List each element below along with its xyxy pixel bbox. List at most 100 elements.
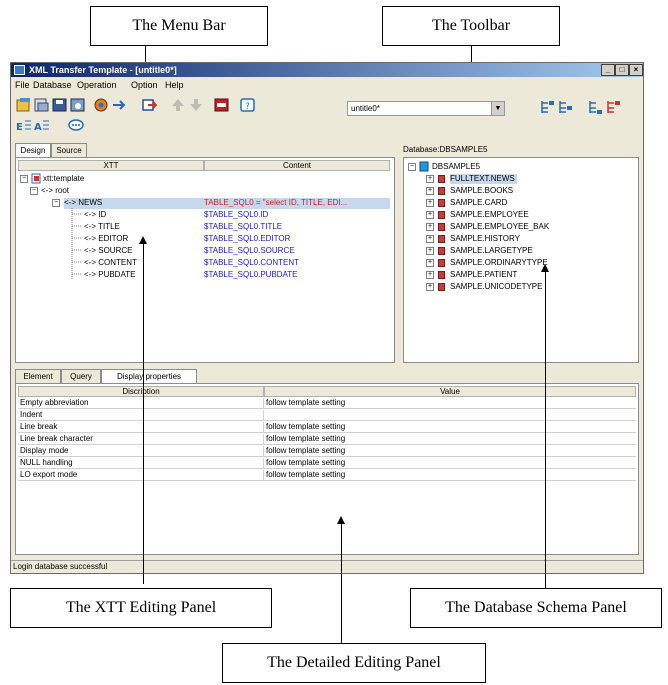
open-icon[interactable]	[33, 97, 51, 113]
property-value[interactable]: follow template setting	[264, 422, 636, 433]
expand-table-toggle[interactable]: +	[426, 259, 434, 267]
tree-node-news[interactable]: <-> NEWS TABLE_SQL0 = "select ID, TITLE,…	[64, 198, 390, 209]
tree-node-root[interactable]: <-> root	[41, 186, 69, 196]
tree-color-icon[interactable]	[605, 99, 623, 115]
tree-node-pubdate[interactable]: <-> PUBDATE	[84, 270, 135, 280]
window-title: XML Transfer Template - [untitle0*]	[29, 65, 177, 75]
expand-root-toggle[interactable]: −	[30, 187, 38, 195]
tree-node-template[interactable]: xtt:template	[43, 174, 84, 184]
xtt-column-header[interactable]: XTT	[18, 160, 204, 171]
property-value[interactable]: follow template setting	[264, 398, 636, 409]
property-value[interactable]: follow template setting	[264, 458, 636, 469]
db-table-item[interactable]: SAMPLE.HISTORY	[450, 234, 520, 244]
menu-database[interactable]: Database	[33, 79, 72, 91]
tab-query[interactable]: Query	[61, 369, 101, 383]
expand-table-toggle[interactable]: +	[426, 187, 434, 195]
export-icon[interactable]	[141, 97, 159, 113]
tab-element[interactable]: Element	[15, 369, 61, 383]
content-id[interactable]: $TABLE_SQL0.ID	[204, 210, 268, 220]
save-as-icon[interactable]	[69, 97, 87, 113]
tab-display-properties[interactable]: Display properties	[101, 369, 197, 383]
tab-source[interactable]: Source	[51, 143, 87, 157]
save-icon[interactable]	[51, 97, 69, 113]
help-icon[interactable]: ?	[239, 97, 257, 113]
move-down-icon[interactable]	[187, 97, 205, 113]
db-table-item[interactable]: SAMPLE.BOOKS	[450, 186, 513, 196]
db-table-item[interactable]: SAMPLE.CARD	[450, 198, 507, 208]
table-icon	[438, 271, 445, 279]
menu-bar: File Database Operation Option Help	[11, 78, 643, 92]
expand-table-toggle[interactable]: +	[426, 175, 434, 183]
property-name: Line break	[18, 422, 264, 433]
property-name: Display mode	[18, 446, 264, 457]
db-root-node[interactable]: DBSAMPLE5	[432, 162, 480, 172]
comment-icon[interactable]	[67, 118, 85, 134]
callout-toolbar: The Toolbar	[382, 6, 560, 46]
expand-table-toggle[interactable]: +	[426, 199, 434, 207]
tab-design[interactable]: Design	[15, 143, 51, 157]
maximize-button[interactable]: □	[615, 64, 629, 76]
menu-operation[interactable]: Operation	[77, 79, 117, 91]
expand-table-toggle[interactable]: +	[426, 271, 434, 279]
db-table-item[interactable]: FULLTEXT.NEWS	[450, 174, 517, 184]
content-editor[interactable]: $TABLE_SQL0.EDITOR	[204, 234, 290, 244]
tree-node-source[interactable]: <-> SOURCE	[84, 246, 132, 256]
property-name: Line break character	[18, 434, 264, 445]
callout-detailed-panel: The Detailed Editing Panel	[222, 643, 486, 683]
arrowhead-db-panel	[541, 264, 549, 272]
description-column-header[interactable]: Discription	[18, 386, 264, 397]
menu-help[interactable]: Help	[165, 79, 184, 91]
minimize-button[interactable]: _	[601, 64, 615, 76]
value-column-header[interactable]: Value	[264, 386, 636, 397]
connect-database-icon[interactable]	[93, 97, 111, 113]
content-content[interactable]: $TABLE_SQL0.CONTENT	[204, 258, 299, 268]
expand-table-toggle[interactable]: +	[426, 211, 434, 219]
db-table-item[interactable]: SAMPLE.EMPLOYEE	[450, 210, 529, 220]
db-table-item[interactable]: SAMPLE.EMPLOYEE_BAK	[450, 222, 549, 232]
menu-option[interactable]: Option	[131, 79, 158, 91]
collapse-tree-icon[interactable]	[557, 99, 575, 115]
property-value[interactable]: follow template setting	[264, 446, 636, 457]
content-column-header[interactable]: Content	[204, 160, 390, 171]
content-title[interactable]: $TABLE_SQL0.TITLE	[204, 222, 282, 232]
template-combo[interactable]: untitle0* ▼	[347, 101, 505, 116]
expand-table-toggle[interactable]: +	[426, 223, 434, 231]
tree-node-title[interactable]: <-> TITLE	[84, 222, 120, 232]
expand-tree-icon[interactable]	[539, 99, 557, 115]
move-up-icon[interactable]	[169, 97, 187, 113]
expand-template-toggle[interactable]: −	[20, 175, 28, 183]
attribute-tag-icon[interactable]: A	[33, 118, 51, 134]
property-name: NULL handling	[18, 458, 264, 469]
tree-node-content[interactable]: <-> CONTENT	[84, 258, 137, 268]
property-value[interactable]	[264, 410, 636, 421]
transfer-icon[interactable]	[111, 97, 129, 113]
chevron-down-icon[interactable]: ▼	[491, 102, 504, 115]
tree-layout-icon[interactable]	[587, 99, 605, 115]
callout-menu-bar: The Menu Bar	[90, 6, 268, 46]
expand-news-toggle[interactable]: −	[52, 199, 60, 207]
svg-text:A: A	[34, 122, 42, 133]
element-tag-icon[interactable]: E	[15, 118, 33, 134]
table-icon	[438, 211, 445, 219]
expand-table-toggle[interactable]: +	[426, 283, 434, 291]
db-table-item[interactable]: SAMPLE.PATIENT	[450, 270, 517, 280]
arrowhead-detail-panel	[337, 516, 345, 524]
db-table-item[interactable]: SAMPLE.UNICODETYPE	[450, 282, 542, 292]
menu-file[interactable]: File	[15, 79, 30, 91]
content-source[interactable]: $TABLE_SQL0.SOURCE	[204, 246, 295, 256]
property-value[interactable]: follow template setting	[264, 434, 636, 445]
generate-xml-icon[interactable]	[213, 97, 231, 113]
expand-table-toggle[interactable]: +	[426, 235, 434, 243]
expand-db-toggle[interactable]: −	[408, 163, 416, 171]
db-table-item[interactable]: SAMPLE.ORDINARYTYPE	[450, 258, 548, 268]
tree-node-id[interactable]: <-> ID	[84, 210, 106, 220]
content-pubdate[interactable]: $TABLE_SQL0.PUBDATE	[204, 270, 298, 280]
new-template-icon[interactable]	[15, 97, 33, 113]
close-button[interactable]: ×	[629, 64, 643, 76]
xtt-editing-panel: XTT Content − xtt:template − <-> root − …	[15, 157, 395, 363]
db-table-item[interactable]: SAMPLE.LARGETYPE	[450, 246, 533, 256]
expand-table-toggle[interactable]: +	[426, 247, 434, 255]
tree-node-editor[interactable]: <-> EDITOR	[84, 234, 128, 244]
app-window: XML Transfer Template - [untitle0*] _ □ …	[10, 62, 644, 574]
property-value[interactable]: follow template setting	[264, 470, 636, 481]
